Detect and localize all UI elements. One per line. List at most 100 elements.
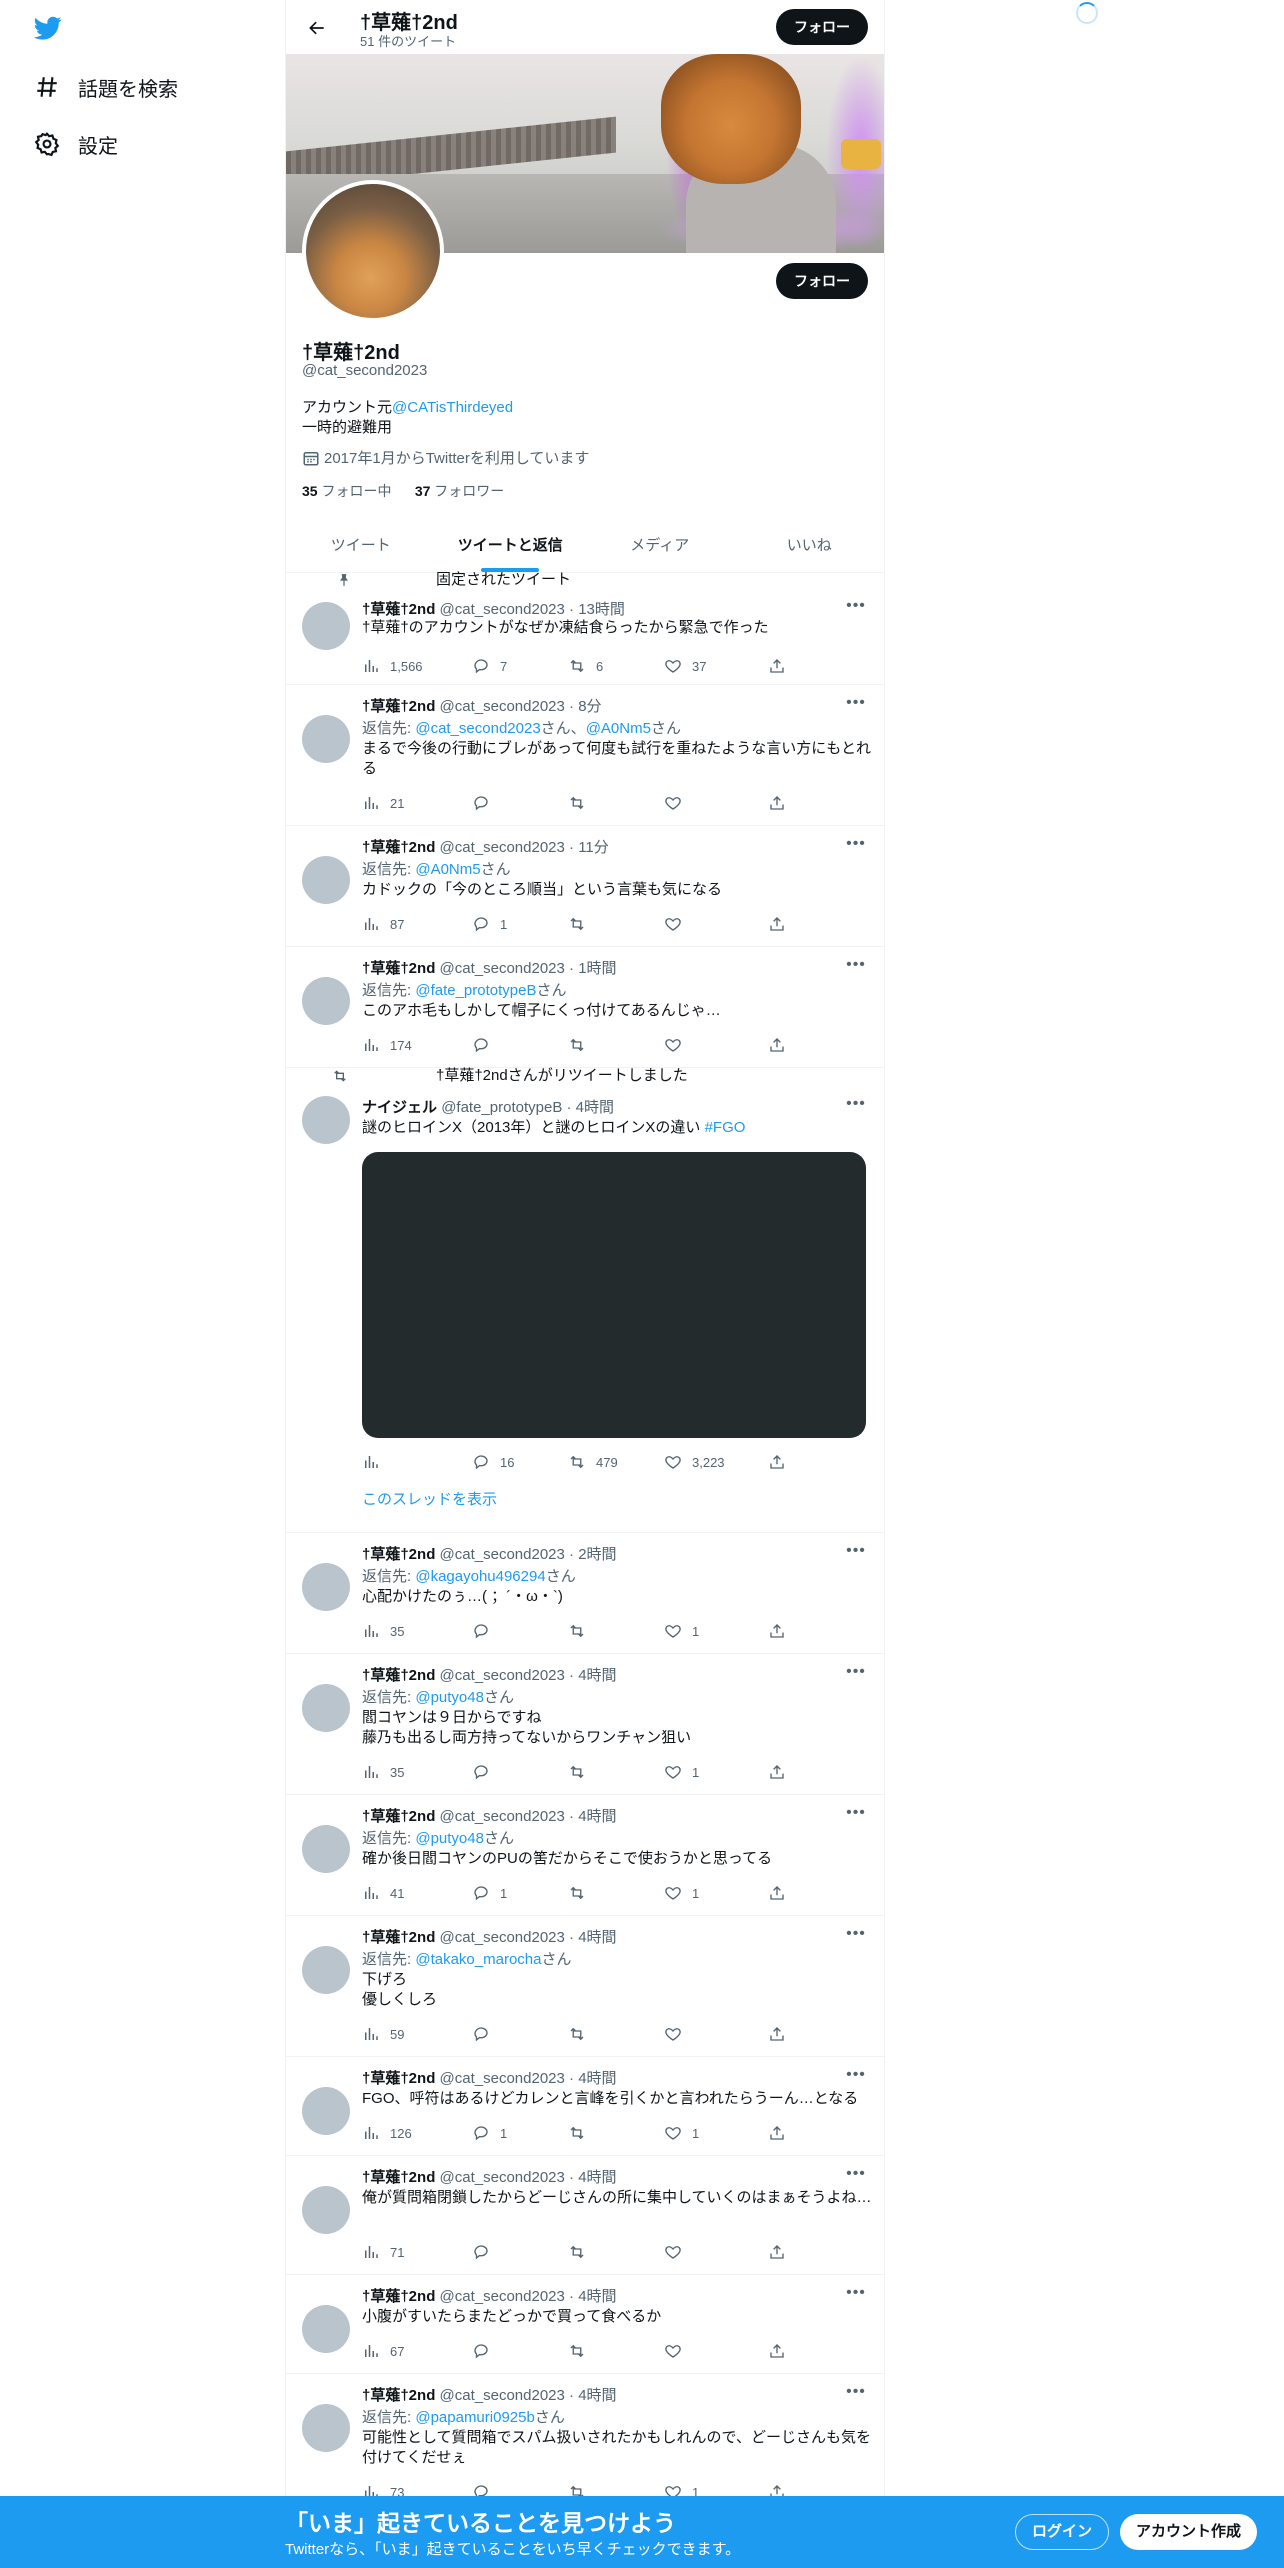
reply-mention-link[interactable]: @papamuri0925b bbox=[415, 2409, 534, 2426]
more-options-icon[interactable]: ••• bbox=[846, 2166, 866, 2188]
tweet-author-handle[interactable]: @cat_second2023 bbox=[440, 2070, 565, 2087]
tweet-time[interactable]: 4時間 bbox=[578, 1929, 616, 1946]
tweet-avatar[interactable] bbox=[302, 2186, 350, 2234]
tweet-avatar[interactable] bbox=[302, 2305, 350, 2353]
views-button[interactable]: 1,566 bbox=[362, 656, 423, 676]
reply-button[interactable] bbox=[472, 1035, 500, 1055]
tweet-time[interactable]: 4時間 bbox=[578, 1808, 616, 1825]
views-button[interactable]: 41 bbox=[362, 1883, 404, 1903]
retweet-button[interactable] bbox=[568, 2024, 596, 2044]
more-options-icon[interactable]: ••• bbox=[846, 1664, 866, 1686]
share-button[interactable] bbox=[768, 2123, 786, 2143]
reply-mention-link[interactable]: @A0Nm5 bbox=[586, 720, 651, 737]
more-options-icon[interactable]: ••• bbox=[846, 598, 866, 620]
share-button[interactable] bbox=[768, 2242, 786, 2262]
tab-tweets-and-replies[interactable]: ツイートと返信 bbox=[436, 519, 586, 572]
reply-mention-link[interactable]: @putyo48 bbox=[415, 1689, 484, 1706]
tweet[interactable]: †草薙†2nd @cat_second2023 · 4時間 ••• 俺が質問箱閉鎖… bbox=[286, 2156, 884, 2275]
tweet-time[interactable]: 13時間 bbox=[578, 601, 625, 618]
like-button[interactable] bbox=[664, 1035, 692, 1055]
reply-mention-link[interactable]: @A0Nm5 bbox=[415, 861, 480, 878]
more-options-icon[interactable]: ••• bbox=[846, 1096, 866, 1118]
tweet-author-handle[interactable]: @cat_second2023 bbox=[440, 1808, 565, 1825]
tweet-author-name[interactable]: †草薙†2nd bbox=[362, 2387, 435, 2404]
tweet-time[interactable]: 4時間 bbox=[578, 2288, 616, 2305]
tweet[interactable]: †草薙†2nd @cat_second2023 · 4時間 ••• 小腹がすいたら… bbox=[286, 2275, 884, 2374]
like-button[interactable]: 1 bbox=[664, 2123, 699, 2143]
nav-explore[interactable]: 話題を検索 bbox=[32, 65, 178, 109]
tweet-author-handle[interactable]: @cat_second2023 bbox=[440, 698, 565, 715]
tweet[interactable]: †草薙†2nd @cat_second2023 · 4時間 ••• 返信先: @… bbox=[286, 1654, 884, 1795]
tweet-time[interactable]: 4時間 bbox=[578, 2387, 616, 2404]
views-button[interactable]: 67 bbox=[362, 2341, 404, 2361]
like-button[interactable]: 1 bbox=[664, 1883, 699, 1903]
tweet[interactable]: 固定されたツイート †草薙†2nd @cat_second2023 · 13時間… bbox=[286, 571, 884, 685]
reply-button[interactable]: 1 bbox=[472, 1883, 507, 1903]
share-button[interactable] bbox=[768, 2024, 786, 2044]
share-button[interactable] bbox=[768, 2341, 786, 2361]
views-button[interactable]: 174 bbox=[362, 1035, 412, 1055]
like-button[interactable]: 1 bbox=[664, 1762, 699, 1782]
retweet-button[interactable] bbox=[568, 1883, 596, 1903]
tweet-avatar[interactable] bbox=[302, 1563, 350, 1611]
views-button[interactable]: 35 bbox=[362, 1762, 404, 1782]
reply-mention-link[interactable]: @cat_second2023 bbox=[415, 720, 540, 737]
login-button[interactable]: ログイン bbox=[1015, 2514, 1110, 2550]
nav-settings[interactable]: 設定 bbox=[32, 122, 118, 166]
retweet-button[interactable]: 6 bbox=[568, 656, 603, 676]
tweet-author-handle[interactable]: @cat_second2023 bbox=[440, 1667, 565, 1684]
retweet-button[interactable] bbox=[568, 793, 596, 813]
retweet-button[interactable] bbox=[568, 2341, 596, 2361]
tweet-media[interactable] bbox=[362, 1152, 866, 1438]
like-button[interactable] bbox=[664, 2242, 692, 2262]
tweet-author-name[interactable]: †草薙†2nd bbox=[362, 1667, 435, 1684]
reply-button[interactable] bbox=[472, 2341, 500, 2361]
retweet-button[interactable] bbox=[568, 1035, 596, 1055]
tweet-author-handle[interactable]: @cat_second2023 bbox=[440, 2288, 565, 2305]
tweet-avatar[interactable] bbox=[302, 977, 350, 1025]
tweet-time[interactable]: 4時間 bbox=[578, 1667, 616, 1684]
tweet-author-name[interactable]: †草薙†2nd bbox=[362, 698, 435, 715]
tweet-avatar[interactable] bbox=[302, 856, 350, 904]
share-button[interactable] bbox=[768, 1452, 786, 1472]
tweet[interactable]: †草薙†2nd @cat_second2023 · 4時間 ••• 返信先: @… bbox=[286, 1916, 884, 2057]
more-options-icon[interactable]: ••• bbox=[846, 695, 866, 717]
tweet-author-name[interactable]: †草薙†2nd bbox=[362, 960, 435, 977]
following-link[interactable]: 35 フォロー中 bbox=[302, 483, 391, 499]
like-button[interactable]: 3,223 bbox=[664, 1452, 725, 1472]
tweet-avatar[interactable] bbox=[302, 602, 350, 650]
share-button[interactable] bbox=[768, 1035, 786, 1055]
reply-button[interactable] bbox=[472, 2242, 500, 2262]
share-button[interactable] bbox=[768, 793, 786, 813]
views-button[interactable]: 35 bbox=[362, 1621, 404, 1641]
more-options-icon[interactable]: ••• bbox=[846, 957, 866, 979]
more-options-icon[interactable]: ••• bbox=[846, 1926, 866, 1948]
tab-likes[interactable]: いいね bbox=[735, 519, 885, 572]
reply-mention-link[interactable]: @kagayohu496294 bbox=[415, 1568, 545, 1585]
views-button[interactable]: 71 bbox=[362, 2242, 404, 2262]
tweet-author-name[interactable]: †草薙†2nd bbox=[362, 839, 435, 856]
back-arrow-icon[interactable] bbox=[300, 11, 334, 45]
more-options-icon[interactable]: ••• bbox=[846, 836, 866, 858]
more-options-icon[interactable]: ••• bbox=[846, 2384, 866, 2406]
hashtag-link[interactable]: #FGO bbox=[705, 1119, 746, 1136]
share-button[interactable] bbox=[768, 1762, 786, 1782]
like-button[interactable] bbox=[664, 2341, 692, 2361]
share-button[interactable] bbox=[768, 1883, 786, 1903]
share-button[interactable] bbox=[768, 914, 786, 934]
tweet-time[interactable]: 8分 bbox=[578, 698, 601, 715]
retweet-button[interactable] bbox=[568, 1621, 596, 1641]
more-options-icon[interactable]: ••• bbox=[846, 1543, 866, 1565]
tweet[interactable]: †草薙†2nd @cat_second2023 · 4時間 ••• 返信先: @… bbox=[286, 2374, 884, 2515]
tab-media[interactable]: メディア bbox=[585, 519, 735, 572]
tweet-avatar[interactable] bbox=[302, 1825, 350, 1873]
tweet-time[interactable]: 2時間 bbox=[578, 1546, 616, 1563]
tweet-author-handle[interactable]: @cat_second2023 bbox=[440, 601, 565, 618]
share-button[interactable] bbox=[768, 1621, 786, 1641]
tweet-author-name[interactable]: †草薙†2nd bbox=[362, 1929, 435, 1946]
like-button[interactable]: 1 bbox=[664, 1621, 699, 1641]
tweet-time[interactable]: 1時間 bbox=[578, 960, 616, 977]
tweet[interactable]: †草薙†2nd @cat_second2023 · 4時間 ••• FGO、呼符は… bbox=[286, 2057, 884, 2156]
retweet-button[interactable] bbox=[568, 2242, 596, 2262]
reply-button[interactable]: 1 bbox=[472, 914, 507, 934]
